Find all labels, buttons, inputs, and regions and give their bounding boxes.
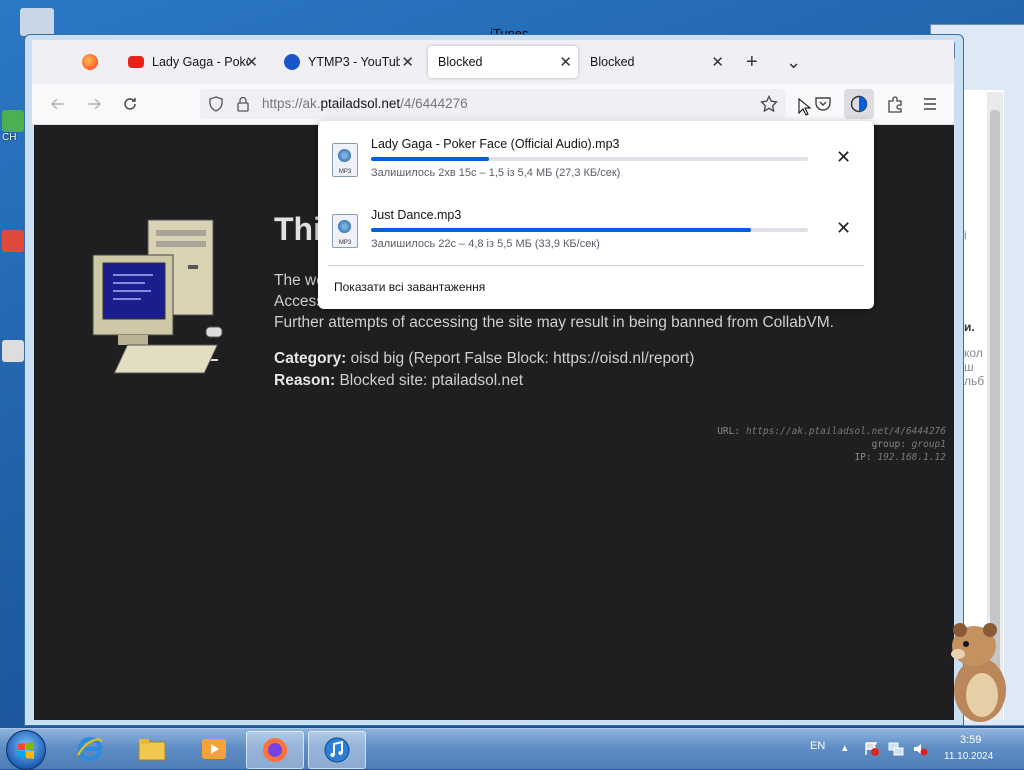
downloads-button[interactable]: [844, 89, 874, 119]
close-tab-icon[interactable]: ✕: [559, 53, 572, 71]
download-progress-bar: [371, 228, 808, 232]
taskbar-firefox-button[interactable]: [246, 731, 304, 769]
cancel-download-button[interactable]: ✕: [836, 218, 851, 239]
taskbar-ie-button[interactable]: [62, 731, 118, 767]
download-progress-bar: [371, 157, 808, 161]
new-tab-button[interactable]: +: [746, 46, 766, 78]
mouse-cursor-icon: [798, 98, 812, 116]
windows-logo-icon: [18, 742, 34, 759]
app-icon: [2, 340, 24, 362]
download-item[interactable]: MP3 Just Dance.mp3 Залишилось 22с – 4,8 …: [332, 208, 862, 264]
app-icon: [2, 110, 24, 132]
clock-time[interactable]: 3:59: [960, 734, 981, 746]
downloads-panel: MP3 Lady Gaga - Poker Face (Official Aud…: [318, 121, 874, 309]
ytmp3-icon: [284, 54, 300, 70]
tab-blocked-active[interactable]: Blocked ✕: [428, 46, 578, 78]
internet-explorer-icon: [77, 737, 103, 761]
mp3-file-icon: MP3: [332, 143, 358, 177]
close-tab-icon[interactable]: ✕: [401, 53, 414, 71]
category-line: Category: oisd big (Report False Block: …: [274, 350, 694, 368]
language-indicator[interactable]: EN: [810, 740, 825, 752]
reason-line: Reason: Blocked site: ptailadsol.net: [274, 372, 523, 390]
start-button[interactable]: [6, 730, 46, 770]
folder-icon: [138, 739, 166, 761]
media-player-icon: [202, 739, 226, 759]
lock-icon[interactable]: [236, 96, 250, 112]
close-tab-icon[interactable]: ✕: [711, 53, 724, 71]
hamburger-menu-icon[interactable]: [922, 96, 938, 112]
desktop-icon-label: CH: [2, 132, 17, 143]
back-arrow-icon: [50, 98, 64, 110]
tab-ytmp3[interactable]: YTMP3 - YouTube ✕: [284, 46, 420, 78]
scroll-thumb[interactable]: [990, 110, 1000, 700]
forward-arrow-icon: [88, 98, 102, 110]
download-progress-icon: [850, 95, 868, 113]
tab-label: Blocked: [438, 55, 483, 69]
taskbar-explorer-button[interactable]: [124, 731, 180, 767]
download-status: Залишилось 22с – 4,8 із 5,5 МБ (33,9 КБ/…: [371, 238, 600, 250]
page-paragraph: Access: [274, 293, 324, 310]
taskbar: EN ▴ 3:59 11.10.2024: [0, 728, 1024, 770]
clock-date[interactable]: 11.10.2024: [944, 751, 993, 762]
meta-group: group: group1: [871, 439, 946, 450]
hamster-pet-icon: [951, 623, 1006, 722]
taskbar-itunes-button[interactable]: [308, 731, 366, 769]
taskbar-media-player-button[interactable]: [186, 731, 242, 767]
tab-blocked[interactable]: Blocked ✕: [580, 46, 730, 78]
volume-muted-icon[interactable]: [912, 741, 928, 757]
reload-button[interactable]: [120, 94, 140, 114]
url-text: https://ak.ptailadsol.net/4/6444276: [262, 96, 468, 111]
meta-ip: IP: 192.168.1.12: [854, 452, 946, 463]
tab-lady-gaga[interactable]: Lady Gaga - Poker ✕: [128, 46, 264, 78]
category-label: Category:: [274, 350, 347, 367]
mp3-file-icon: MP3: [332, 214, 358, 248]
download-status: Залишилось 2хв 15с – 1,5 із 5,4 МБ (27,3…: [371, 167, 621, 179]
close-tab-icon[interactable]: ✕: [245, 53, 258, 71]
tab-label: Lady Gaga - Poker: [152, 55, 248, 69]
extensions-icon[interactable]: [886, 95, 904, 113]
list-all-tabs-button[interactable]: ⌄: [786, 46, 806, 78]
desktop-icon[interactable]: [2, 230, 26, 264]
firefox-icon: [82, 54, 98, 70]
reason-label: Reason:: [274, 372, 336, 389]
download-item[interactable]: MP3 Lady Gaga - Poker Face (Official Aud…: [332, 137, 862, 193]
page-paragraph: Further attempts of accessing the site m…: [274, 314, 834, 331]
shield-icon[interactable]: [208, 96, 224, 112]
back-button[interactable]: [48, 94, 68, 114]
show-hidden-icons-button[interactable]: ▴: [842, 741, 848, 754]
tab-bar: Lady Gaga - Poker ✕ YTMP3 - YouTube ✕ Bl…: [32, 40, 954, 84]
pocket-icon[interactable]: [814, 95, 832, 113]
reason-value: Blocked site: ptailadsol.net: [339, 372, 523, 389]
category-value: oisd big (Report False Block: https://oi…: [350, 350, 695, 367]
tab-label: YTMP3 - YouTube: [308, 55, 400, 69]
network-icon[interactable]: [888, 741, 904, 757]
reload-icon: [124, 98, 136, 110]
desktop-icon[interactable]: CH: [2, 110, 26, 144]
meta-url: URL: https://ak.ptailadsol.net/4/6444276: [717, 426, 946, 437]
url-bar[interactable]: https://ak.ptailadsol.net/4/6444276: [200, 89, 786, 119]
show-all-downloads-link[interactable]: Показати всі завантаження: [334, 280, 485, 294]
youtube-icon: [128, 56, 144, 68]
itunes-icon: [324, 737, 350, 763]
page-title: Thi: [274, 211, 322, 247]
download-filename: Lady Gaga - Poker Face (Official Audio).…: [371, 137, 620, 151]
tab-label: Blocked: [590, 55, 635, 69]
download-filename: Just Dance.mp3: [371, 208, 462, 222]
recycle-bin-icon[interactable]: [20, 8, 54, 36]
tab-firefox[interactable]: [82, 46, 108, 78]
app-icon: [2, 230, 24, 252]
divider: [328, 265, 864, 266]
computer-illustration-icon: [92, 219, 223, 374]
firefox-icon: [263, 738, 287, 762]
desktop-icon[interactable]: [2, 340, 26, 374]
cancel-download-button[interactable]: ✕: [836, 147, 851, 168]
action-center-flag-icon[interactable]: [864, 741, 880, 757]
bookmark-star-icon[interactable]: [760, 95, 778, 113]
forward-button[interactable]: [84, 94, 104, 114]
navigation-bar: https://ak.ptailadsol.net/4/6444276: [32, 84, 954, 125]
